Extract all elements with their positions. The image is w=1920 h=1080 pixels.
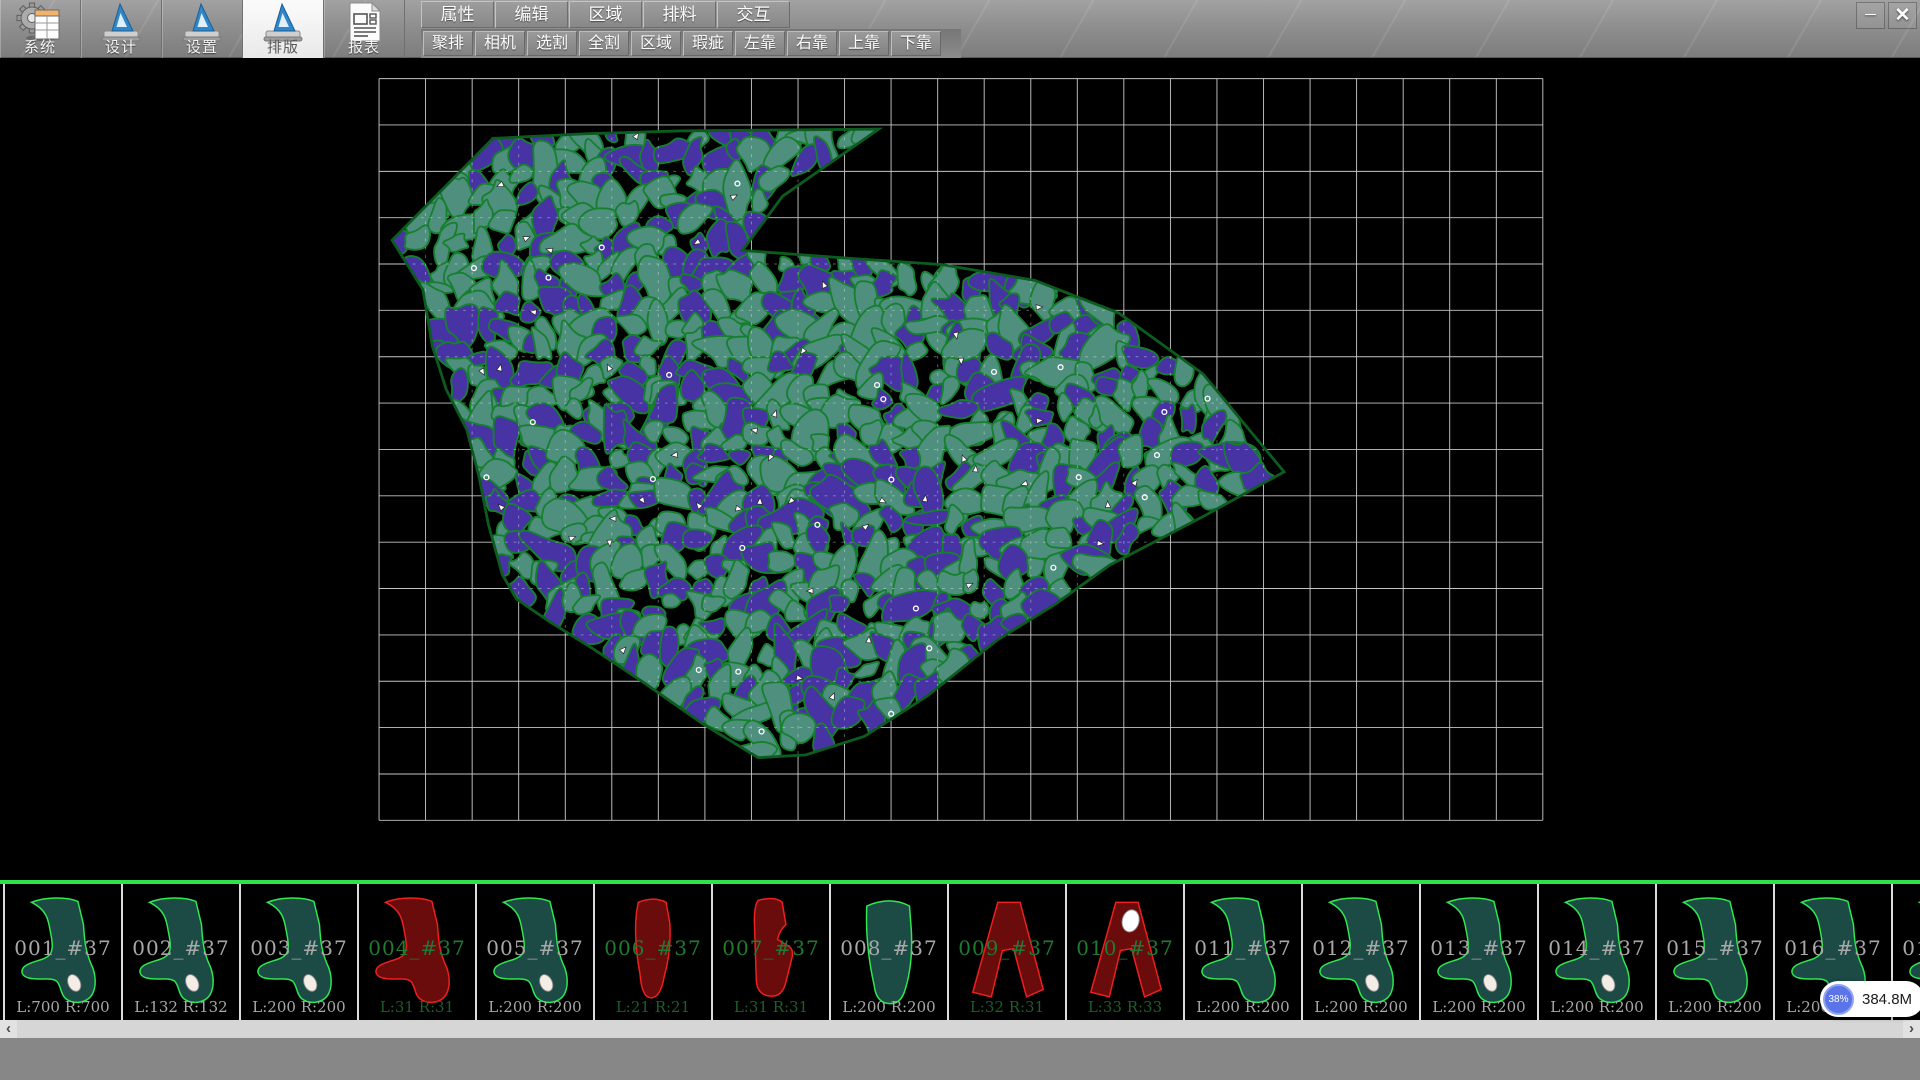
tool-button-snap-top[interactable]: 上靠: [839, 31, 889, 56]
menu-tab-nesting[interactable]: 排料: [643, 1, 716, 28]
menu-area: 属性编辑区域排料交互 聚排相机选割全割区域瑕疵左靠右靠上靠下靠: [421, 0, 961, 58]
piece-name: 014_#37: [1539, 936, 1655, 960]
piece-name: 002_#37: [123, 936, 239, 960]
piece-name: 009_#37: [949, 936, 1065, 960]
tool-button-cut-all[interactable]: 全割: [579, 31, 629, 56]
tool-button-region[interactable]: 区域: [631, 31, 681, 56]
tool-button-snap-left[interactable]: 左靠: [735, 31, 785, 56]
piece-name: 008_#37: [831, 936, 947, 960]
piece-name: 012_#37: [1303, 936, 1419, 960]
toolbar-item-settings[interactable]: 设置: [162, 0, 243, 58]
piece-name: 017_#37: [1893, 936, 1920, 960]
piece-lr-count: L:200 R:200: [1185, 998, 1301, 1016]
piece-lr-count: L:32 R:31: [949, 998, 1065, 1016]
tool-button-select-cut[interactable]: 选割: [527, 31, 577, 56]
piece-name: 004_#37: [359, 936, 475, 960]
memory-value: 384.8M: [1854, 991, 1920, 1008]
horizontal-scrollbar[interactable]: ‹ ›: [0, 1020, 1920, 1038]
tool-button-camera[interactable]: 相机: [475, 31, 525, 56]
piece-name: 015_#37: [1657, 936, 1773, 960]
piece-name: 013_#37: [1421, 936, 1537, 960]
piece-thumbnail-006_#37[interactable]: 006_#37 L:21 R:21: [593, 884, 711, 1020]
piece-name: 007_#37: [713, 936, 829, 960]
toolbar-item-label: 系统: [0, 36, 80, 57]
toolbar-item-label: 设置: [162, 36, 242, 57]
piece-lr-count: L:31 R:31: [713, 998, 829, 1016]
nesting-canvas[interactable]: [0, 59, 1920, 880]
piece-thumbnail-012_#37[interactable]: 012_#37 L:200 R:200: [1301, 884, 1419, 1020]
application-window: 系统设计设置排版报表 属性编辑区域排料交互 聚排相机选割全割区域瑕疵左靠右靠上靠…: [0, 0, 1920, 1080]
piece-thumbnail-strip: 001_#37L:700 R:700002_#37L:132 R:132003_…: [0, 880, 1920, 1020]
piece-thumbnail-008_#37[interactable]: 008_#37 L:200 R:200: [829, 884, 947, 1020]
piece-lr-count: L:33 R:33: [1067, 998, 1183, 1016]
menu-tab-interact[interactable]: 交互: [717, 1, 790, 28]
piece-thumbnail-004_#37[interactable]: 004_#37 L:31 R:31: [357, 884, 475, 1020]
toolbar: 系统设计设置排版报表 属性编辑区域排料交互 聚排相机选割全割区域瑕疵左靠右靠上靠…: [0, 0, 1920, 58]
piece-name: 011_#37: [1185, 936, 1301, 960]
piece-lr-count: L:200 R:200: [1421, 998, 1537, 1016]
piece-thumbnail-005_#37[interactable]: 005_#37 L:200 R:200: [475, 884, 593, 1020]
piece-thumbnail-009_#37[interactable]: 009_#37 L:32 R:31: [947, 884, 1065, 1020]
menu-tab-row: 属性编辑区域排料交互: [421, 0, 961, 28]
piece-thumbnail-011_#37[interactable]: 011_#37 L:200 R:200: [1183, 884, 1301, 1020]
tool-button-row: 聚排相机选割全割区域瑕疵左靠右靠上靠下靠: [421, 29, 961, 58]
minimize-button[interactable]: ─: [1856, 2, 1885, 29]
close-button[interactable]: ✕: [1888, 2, 1917, 29]
bottom-status-bar: [0, 1038, 1920, 1080]
main-icon-bar: 系统设计设置排版报表: [0, 0, 405, 58]
piece-thumbnail-015_#37[interactable]: 015_#37 L:200 R:200: [1655, 884, 1773, 1020]
piece-lr-count: L:132 R:132: [123, 998, 239, 1016]
piece-lr-count: L:200 R:200: [241, 998, 357, 1016]
menu-tab-properties[interactable]: 属性: [421, 1, 494, 28]
piece-lr-count: L:700 R:700: [5, 998, 121, 1016]
progress-circle: 38%: [1823, 984, 1854, 1015]
piece-name: 001_#37: [5, 936, 121, 960]
piece-lr-count: L:200 R:200: [1303, 998, 1419, 1016]
menu-tab-region[interactable]: 区域: [569, 1, 642, 28]
piece-name: 006_#37: [595, 936, 711, 960]
piece-name: 003_#37: [241, 936, 357, 960]
piece-lr-count: L:200 R:200: [1657, 998, 1773, 1016]
toolbar-item-label: 设计: [81, 36, 161, 57]
nesting-view: [0, 59, 1920, 880]
piece-name: 016_#37: [1775, 936, 1891, 960]
piece-lr-count: L:21 R:21: [595, 998, 711, 1016]
toolbar-item-label: 报表: [324, 36, 404, 57]
piece-name: 005_#37: [477, 936, 593, 960]
scroll-right-arrow[interactable]: ›: [1903, 1020, 1920, 1038]
piece-thumbnail-001_#37[interactable]: 001_#37 L:700 R:700: [3, 884, 121, 1020]
piece-thumbnail-007_#37[interactable]: 007_#37 L:31 R:31: [711, 884, 829, 1020]
piece-thumbnail-010_#37[interactable]: 010_#37 L:33 R:33: [1065, 884, 1183, 1020]
toolbar-item-label: 排版: [243, 36, 323, 57]
menu-tab-edit[interactable]: 编辑: [495, 1, 568, 28]
piece-name: 010_#37: [1067, 936, 1183, 960]
toolbar-item-report[interactable]: 报表: [324, 0, 405, 58]
piece-thumbnail-002_#37[interactable]: 002_#37 L:132 R:132: [121, 884, 239, 1020]
toolbar-item-layout[interactable]: 排版: [243, 0, 324, 58]
scroll-left-arrow[interactable]: ‹: [0, 1020, 17, 1038]
piece-lr-count: L:200 R:200: [1539, 998, 1655, 1016]
toolbar-item-design[interactable]: 设计: [81, 0, 162, 58]
progress-badge[interactable]: 38% 384.8M: [1820, 981, 1920, 1017]
tool-button-snap-bottom[interactable]: 下靠: [891, 31, 941, 56]
tool-button-snap-right[interactable]: 右靠: [787, 31, 837, 56]
piece-lr-count: L:31 R:31: [359, 998, 475, 1016]
tool-button-defect[interactable]: 瑕疵: [683, 31, 733, 56]
piece-thumbnail-013_#37[interactable]: 013_#37 L:200 R:200: [1419, 884, 1537, 1020]
piece-thumbnail-014_#37[interactable]: 014_#37 L:200 R:200: [1537, 884, 1655, 1020]
toolbar-item-system[interactable]: 系统: [0, 0, 81, 58]
piece-lr-count: L:200 R:200: [477, 998, 593, 1016]
piece-lr-count: L:200 R:200: [831, 998, 947, 1016]
tool-button-cluster-nest[interactable]: 聚排: [423, 31, 473, 56]
piece-thumbnail-003_#37[interactable]: 003_#37 L:200 R:200: [239, 884, 357, 1020]
window-controls: ─ ✕: [1856, 2, 1917, 29]
